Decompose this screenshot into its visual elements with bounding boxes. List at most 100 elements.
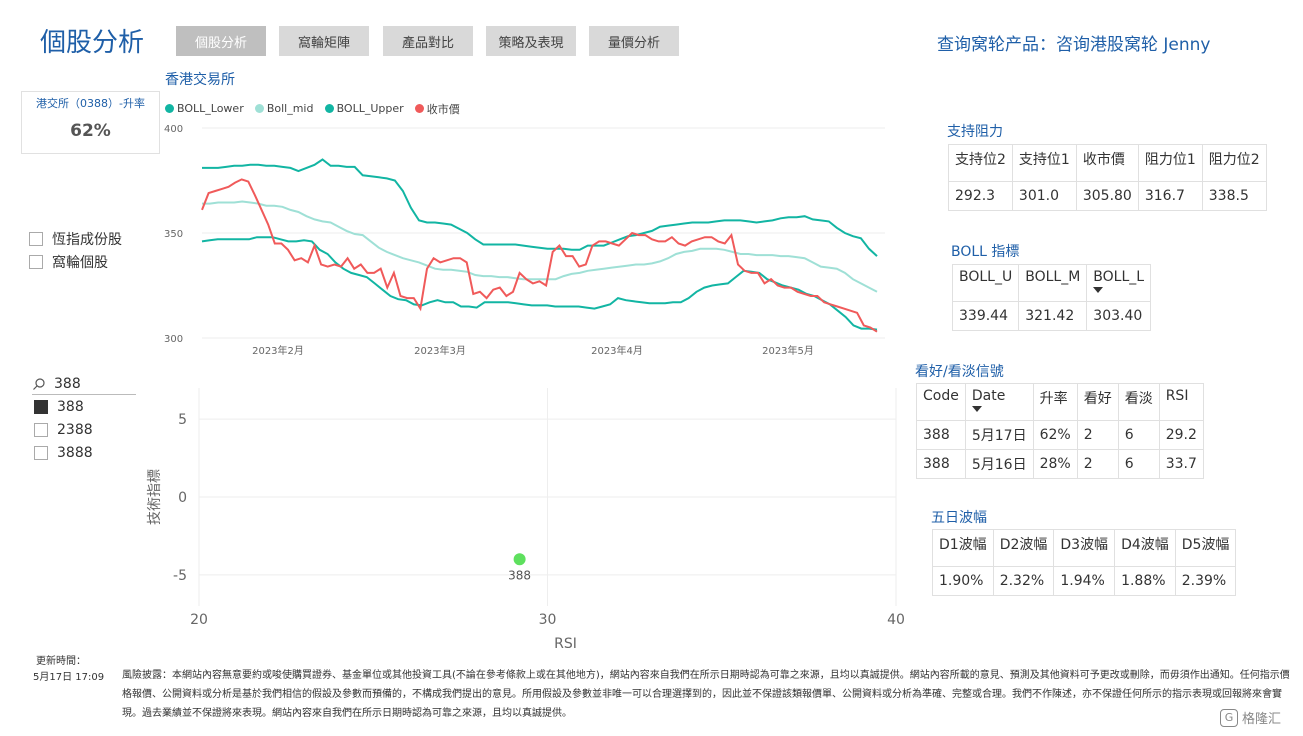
col-resist1[interactable]: 阻力位1 <box>1137 144 1203 182</box>
checkbox-icon[interactable] <box>29 255 43 269</box>
filter-warrant-stocks[interactable]: 窩輪個股 <box>29 252 108 272</box>
table-header-row: BOLL_U BOLL_M BOLL_L <box>951 264 1152 302</box>
volatility-table: D1波幅 D2波幅 D3波幅 D4波幅 D5波幅 1.90% 2.32% 1.9… <box>932 529 1237 596</box>
signals-table: Code Date 升率 看好 看淡 RSI 388 5月17日 62% 2 6… <box>916 383 1204 479</box>
code-option-2388[interactable]: 2388 <box>34 422 93 438</box>
tab-warrant-matrix[interactable]: 窩輪矩陣 <box>279 26 369 56</box>
x-tick-label: 30 <box>539 612 557 628</box>
cell-rate: 62% <box>1032 420 1078 450</box>
legend-lower[interactable]: BOLL_Lower <box>165 102 244 115</box>
code-option-3888[interactable]: 3888 <box>34 445 93 461</box>
col-d1[interactable]: D1波幅 <box>932 529 994 567</box>
cell-d1: 1.90% <box>932 566 994 596</box>
col-support2[interactable]: 支持位2 <box>948 144 1013 182</box>
boll-indicator-title: BOLL 指標 <box>951 244 1020 260</box>
table-header-row: Code Date 升率 看好 看淡 RSI <box>916 383 1204 421</box>
cell-rsi: 33.7 <box>1158 449 1204 479</box>
col-close[interactable]: 收市價 <box>1075 144 1139 182</box>
table-row: 1.90% 2.32% 1.94% 1.88% 2.39% <box>932 566 1237 596</box>
col-bull[interactable]: 看好 <box>1076 383 1119 421</box>
tab-strategy[interactable]: 策略及表現 <box>486 26 576 56</box>
col-boll-m[interactable]: BOLL_M <box>1018 264 1088 302</box>
col-d4[interactable]: D4波幅 <box>1114 529 1176 567</box>
code-label: 388 <box>57 399 84 415</box>
table-row: 388 5月17日 62% 2 6 29.2 <box>916 420 1204 450</box>
checkbox-icon[interactable] <box>34 446 48 460</box>
cell-date: 5月17日 <box>964 420 1034 450</box>
boll-legend: BOLL_Lower Boll_mid BOLL_Upper 收市價 <box>165 98 466 117</box>
search-icon <box>33 378 45 390</box>
logo-icon: G <box>1220 708 1238 727</box>
cell-close: 305.80 <box>1075 181 1139 211</box>
x-tick-label: 2023年3月 <box>414 344 466 357</box>
col-boll-l[interactable]: BOLL_L <box>1086 264 1152 302</box>
table-row: 292.3 301.0 305.80 316.7 338.5 <box>948 181 1267 211</box>
checkbox-icon[interactable] <box>29 232 43 246</box>
cell-bull: 2 <box>1076 449 1119 479</box>
update-time: 5月17日 17:09 <box>33 672 105 683</box>
legend-mid[interactable]: Boll_mid <box>254 102 313 115</box>
page-title: 個股分析 <box>40 28 145 58</box>
cell-d2: 2.32% <box>992 566 1055 596</box>
cell-resist2: 338.5 <box>1201 181 1267 211</box>
watermark: G 格隆汇 <box>1220 708 1281 727</box>
cell-date: 5月16日 <box>964 449 1034 479</box>
cell-bear: 6 <box>1117 420 1160 450</box>
code-label: 2388 <box>57 422 93 438</box>
col-code[interactable]: Code <box>916 383 966 421</box>
code-label: 3888 <box>57 445 93 461</box>
point-label: 388 <box>508 568 531 582</box>
watermark-text: 格隆汇 <box>1242 712 1282 727</box>
legend-close[interactable]: 收市價 <box>414 101 460 117</box>
legend-upper[interactable]: BOLL_Upper <box>324 102 404 115</box>
tab-product-compare[interactable]: 產品對比 <box>383 26 473 56</box>
filter-hsi-constituents[interactable]: 恆指成份股 <box>29 229 122 249</box>
col-rate[interactable]: 升率 <box>1032 383 1078 421</box>
query-warrant-link[interactable]: 查询窝轮产品：咨询港股窝轮 Jenny <box>937 30 1211 55</box>
rsi-scatter-chart: 5 0 -5 20 30 40 RSI 技術指標 388 <box>147 388 905 652</box>
filter-label: 恆指成份股 <box>52 232 122 248</box>
x-tick-label: 2023年5月 <box>762 344 814 357</box>
stock-card-label: 港交所（0388）-升率 <box>36 97 145 110</box>
table-row: 339.44 321.42 303.40 <box>951 301 1152 331</box>
y-tick-label: 0 <box>178 490 187 506</box>
boll-chart-title: 香港交易所 <box>165 72 235 88</box>
col-rsi[interactable]: RSI <box>1158 383 1204 421</box>
sort-desc-icon <box>971 406 982 412</box>
boll-upper-line <box>202 158 878 257</box>
cell-bear: 6 <box>1117 449 1160 479</box>
x-tick-label: 20 <box>190 612 208 628</box>
y-tick-label: 350 <box>164 229 183 240</box>
col-d3[interactable]: D3波幅 <box>1053 529 1116 567</box>
y-axis-label: 技術指標 <box>147 469 163 525</box>
support-resistance-title: 支持阻力 <box>947 124 1003 140</box>
checkbox-icon[interactable] <box>34 423 48 437</box>
code-search[interactable]: 388 <box>32 374 136 395</box>
col-resist2[interactable]: 阻力位2 <box>1201 144 1267 182</box>
cell-resist1: 316.7 <box>1137 181 1203 211</box>
tab-stock-analysis[interactable]: 個股分析 <box>176 26 266 56</box>
col-date[interactable]: Date <box>964 383 1034 421</box>
sort-desc-icon <box>1093 287 1104 293</box>
col-boll-u[interactable]: BOLL_U <box>951 264 1020 302</box>
support-resistance-table: 支持位2 支持位1 收市價 阻力位1 阻力位2 292.3 301.0 305.… <box>948 144 1267 211</box>
cell-boll-m: 321.42 <box>1018 301 1088 331</box>
code-option-388[interactable]: 388 <box>34 399 84 415</box>
checkbox-icon[interactable] <box>34 400 48 414</box>
x-tick-label: 40 <box>887 612 905 628</box>
search-input[interactable]: 388 <box>54 376 81 392</box>
stock-card-value: 62% <box>70 121 111 141</box>
y-tick-label: -5 <box>173 568 187 584</box>
scatter-point[interactable] <box>513 553 526 566</box>
table-header-row: D1波幅 D2波幅 D3波幅 D4波幅 D5波幅 <box>932 529 1237 567</box>
col-support1[interactable]: 支持位1 <box>1011 144 1077 182</box>
col-d2[interactable]: D2波幅 <box>992 529 1055 567</box>
col-d5[interactable]: D5波幅 <box>1174 529 1237 567</box>
cell-code: 388 <box>916 420 966 450</box>
tab-volume-price[interactable]: 量價分析 <box>589 26 679 56</box>
col-bear[interactable]: 看淡 <box>1117 383 1160 421</box>
x-tick-label: 2023年2月 <box>252 344 304 357</box>
cell-code: 388 <box>916 449 966 479</box>
boll-indicator-table: BOLL_U BOLL_M BOLL_L 339.44 321.42 303.4… <box>951 264 1152 331</box>
x-axis-label: RSI <box>554 636 577 652</box>
